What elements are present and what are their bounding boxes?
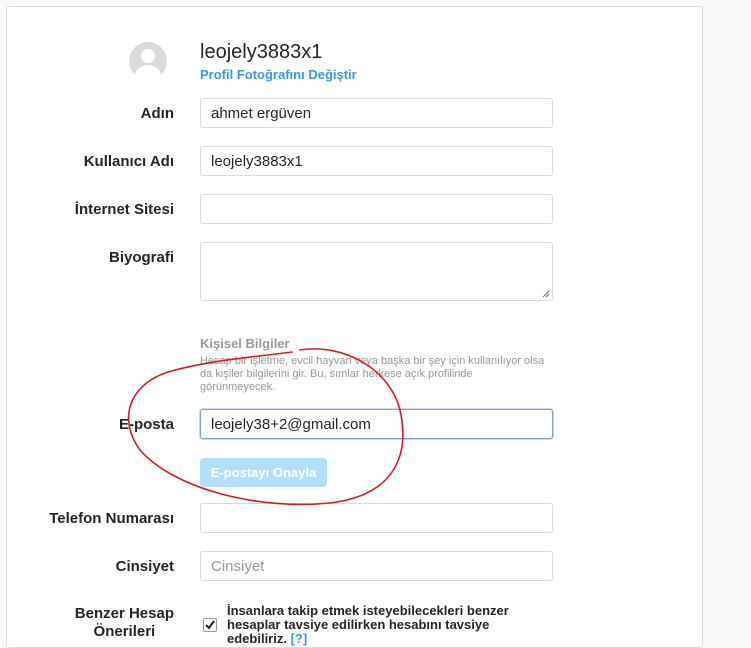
website-input[interactable] [200, 194, 553, 224]
avatar-head-shape [141, 49, 155, 63]
resize-grip-icon[interactable] [542, 290, 550, 298]
profile-username: leojely3883x1 [200, 41, 323, 63]
similar-accounts-checkbox[interactable] [203, 618, 217, 632]
gender-label: Cinsiyet [115, 558, 174, 575]
similar-accounts-label-line1: Benzer Hesap [74, 605, 174, 622]
phone-input[interactable] [200, 503, 553, 533]
username-input[interactable]: leojely3883x1 [200, 146, 553, 176]
email-label: E-posta [118, 416, 174, 433]
avatar[interactable] [129, 42, 167, 80]
confirm-email-button[interactable]: E-postayı Onayla [200, 458, 327, 487]
username-label: Kullanıcı Adı [83, 153, 174, 170]
bio-label: Biyografi [108, 249, 174, 266]
personal-info-title: Kişisel Bilgiler [200, 336, 290, 351]
avatar-body-shape [134, 65, 162, 80]
checkmark-icon [205, 620, 215, 630]
similar-accounts-text: İnsanlara takip etmek isteyebilecekleri … [227, 604, 547, 646]
similar-accounts-help-link[interactable]: [?] [291, 631, 308, 646]
similar-accounts-label-line2: Önerileri [93, 623, 156, 640]
name-label: Adın [140, 105, 174, 122]
website-label: İnternet Sitesi [74, 201, 174, 218]
change-profile-photo-link[interactable]: Profil Fotoğrafını Değiştir [200, 67, 357, 82]
personal-info-description: Hesap bir işletme, evcil hayvan veya baş… [200, 355, 545, 393]
gender-input[interactable]: Cinsiyet [200, 551, 553, 581]
phone-label: Telefon Numarası [49, 510, 174, 527]
bio-textarea[interactable] [200, 242, 553, 301]
name-input[interactable]: ahmet ergüven [200, 98, 553, 128]
email-input[interactable]: leojely38+2@gmail.com [200, 409, 553, 439]
edit-profile-panel: leojely3883x1 Profil Fotoğrafını Değişti… [6, 6, 703, 648]
